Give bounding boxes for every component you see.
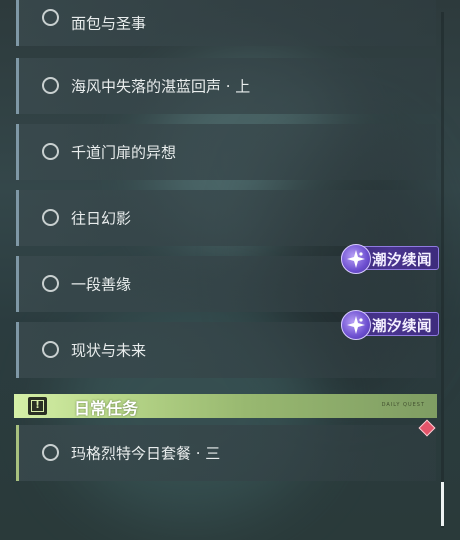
scrollbar-track[interactable] (441, 12, 444, 528)
tidal-tag: 潮汐续闻 (341, 244, 439, 274)
quest-label: 海风中失落的湛蓝回声 · 上 (71, 77, 251, 96)
quest-item[interactable]: 千道门扉的异想 (16, 124, 436, 180)
daily-quests-header[interactable]: ! 日常任务 DAILY QUEST (14, 394, 437, 418)
quest-status-circle-icon (42, 9, 59, 26)
quest-label: 现状与未来 (71, 341, 147, 360)
tidal-sparkle-icon (341, 244, 371, 274)
quest-item[interactable]: 海风中失落的湛蓝回声 · 上 (16, 58, 436, 114)
section-title: 日常任务 (74, 399, 139, 418)
exclamation-quest-icon: ! (28, 397, 47, 415)
tidal-sparkle-icon (341, 310, 371, 340)
quest-label: 玛格烈特今日套餐 · 三 (71, 444, 221, 463)
quest-item[interactable]: 面包与圣事 (16, 0, 436, 46)
quest-status-circle-icon (42, 444, 59, 461)
quest-item[interactable]: 往日幻影 (16, 190, 436, 246)
quest-list: 面包与圣事 海风中失落的湛蓝回声 · 上 千道门扉的异想 往日幻影 一段善缘 现… (16, 0, 436, 540)
quest-status-circle-icon (42, 275, 59, 292)
tag-label: 潮汐续闻 (372, 253, 432, 269)
quest-status-circle-icon (42, 341, 59, 358)
quest-label: 千道门扉的异想 (71, 143, 177, 162)
section-deco-text: DAILY QUEST (381, 402, 425, 408)
tag-label: 潮汐续闻 (372, 319, 432, 335)
quest-label: 往日幻影 (71, 209, 132, 228)
quest-label: 面包与圣事 (71, 14, 147, 33)
quest-status-circle-icon (42, 209, 59, 226)
quest-label: 一段善缘 (71, 275, 132, 294)
scrollbar-thumb[interactable] (441, 482, 444, 526)
daily-quest-item[interactable]: 玛格烈特今日套餐 · 三 (16, 425, 436, 481)
quest-status-circle-icon (42, 77, 59, 94)
quest-status-circle-icon (42, 143, 59, 160)
tidal-tag: 潮汐续闻 (341, 310, 439, 340)
